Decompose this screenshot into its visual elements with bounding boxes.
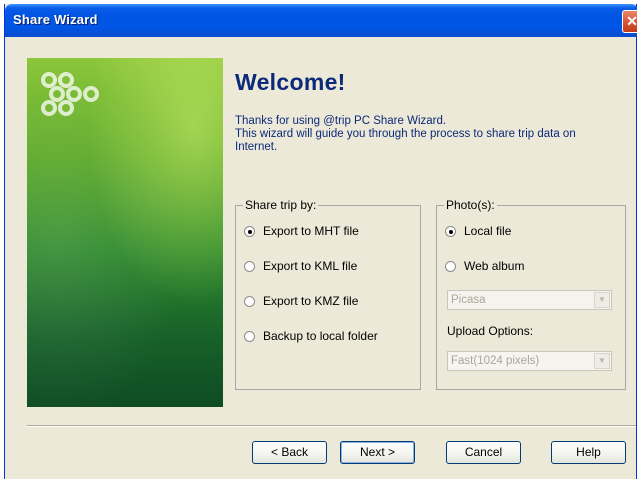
close-button[interactable]: ✕ <box>622 10 637 33</box>
wizard-content: Welcome! Thanks for using @trip PC Share… <box>5 37 636 479</box>
radio-export-kml[interactable]: Export to KML file <box>244 258 357 274</box>
title-bar[interactable]: Share Wizard ✕ <box>5 4 637 37</box>
close-icon: ✕ <box>626 13 637 29</box>
upload-options-select[interactable]: Fast(1024 pixels) ▼ <box>447 351 612 371</box>
radio-label: Export to MHT file <box>263 224 359 238</box>
radio-local-file[interactable]: Local file <box>445 223 511 239</box>
window-title: Share Wizard <box>13 12 98 27</box>
radio-export-kmz[interactable]: Export to KMZ file <box>244 293 358 309</box>
radio-indicator[interactable] <box>445 225 456 237</box>
radio-label: Local file <box>464 224 512 238</box>
chevron-down-icon[interactable]: ▼ <box>594 353 610 369</box>
photos-group: Photo(s): Local file Web album Picasa ▼ … <box>436 198 626 390</box>
photos-legend: Photo(s): <box>444 198 497 212</box>
album-select-value: Picasa <box>451 294 486 306</box>
radio-label: Web album <box>464 259 525 273</box>
radio-label: Backup to local folder <box>263 329 378 343</box>
radio-backup-local[interactable]: Backup to local folder <box>244 328 378 344</box>
banner-swoosh <box>27 98 207 407</box>
description-line: Thanks for using @trip PC Share Wizard. <box>235 115 447 127</box>
welcome-heading: Welcome! <box>235 69 346 95</box>
chain-logo-icon <box>41 72 99 116</box>
radio-indicator[interactable] <box>445 260 456 272</box>
radio-label: Export to KMZ file <box>263 294 359 308</box>
album-select[interactable]: Picasa ▼ <box>447 290 612 310</box>
radio-label: Export to KML file <box>263 259 358 273</box>
radio-indicator[interactable] <box>244 225 255 237</box>
upload-options-label: Upload Options: <box>447 324 534 338</box>
upload-select-value: Fast(1024 pixels) <box>451 355 540 367</box>
radio-indicator[interactable] <box>244 260 255 272</box>
share-trip-legend: Share trip by: <box>243 198 319 212</box>
radio-indicator[interactable] <box>244 330 255 342</box>
description-line: Internet. <box>235 141 278 153</box>
radio-indicator[interactable] <box>244 295 255 307</box>
welcome-description: Thanks for using @trip PC Share Wizard. … <box>235 115 625 154</box>
radio-web-album[interactable]: Web album <box>445 258 524 274</box>
wizard-banner-image <box>27 58 223 407</box>
help-button[interactable]: Help <box>551 441 626 464</box>
separator-line <box>27 425 636 427</box>
share-wizard-window: Share Wizard ✕ Welcome! Thanks for using… <box>4 4 637 479</box>
chevron-down-icon[interactable]: ▼ <box>594 292 610 308</box>
radio-export-mht[interactable]: Export to MHT file <box>244 223 359 239</box>
share-trip-group: Share trip by: Export to MHT file Export… <box>235 198 421 390</box>
description-line: This wizard will guide you through the p… <box>235 128 576 140</box>
next-button[interactable]: Next > <box>340 441 415 464</box>
back-button[interactable]: < Back <box>252 441 327 464</box>
cancel-button[interactable]: Cancel <box>446 441 521 464</box>
